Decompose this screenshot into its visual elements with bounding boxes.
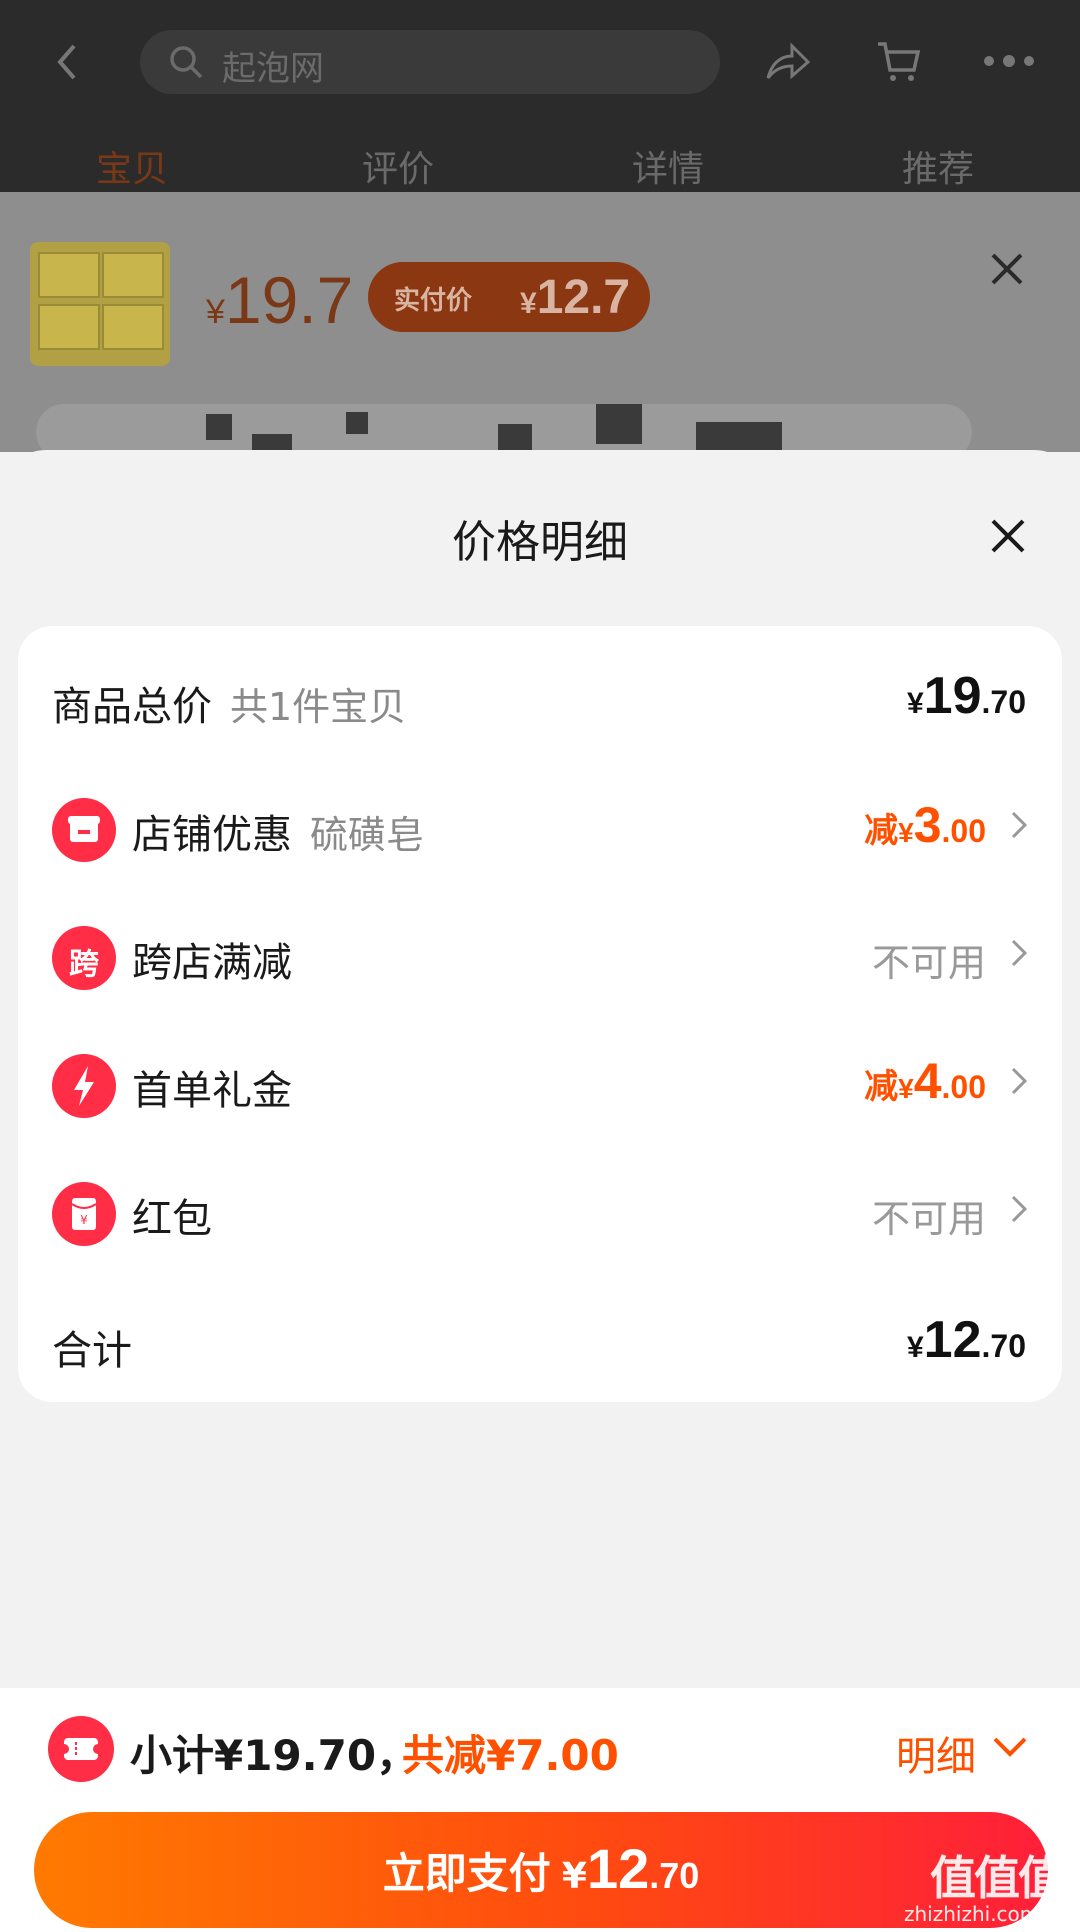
status-text: 不可用: [871, 1197, 986, 1241]
row-label: 合计: [52, 1328, 132, 1374]
chevron-right-icon: [1011, 1067, 1028, 1095]
more-icon[interactable]: [982, 54, 1036, 68]
cross-store-row[interactable]: 跨 跨店满减 不可用: [18, 896, 1062, 1006]
product-tabs: 宝贝 评价 详情 推荐: [0, 140, 1080, 192]
sheet-title: 价格明细: [452, 517, 628, 568]
tab-reviews[interactable]: 评价: [362, 140, 434, 192]
chevron-right-icon: [1011, 1195, 1028, 1223]
row-label: 店铺优惠 硫磺皂: [132, 812, 425, 858]
cross-store-icon: 跨: [52, 926, 116, 990]
goods-total-amount: ¥19.70: [906, 667, 1026, 725]
chevron-right-icon: [1011, 939, 1028, 967]
status-text: 不可用: [871, 941, 986, 985]
chevron-down-icon[interactable]: [992, 1736, 1028, 1758]
pay-now-button[interactable]: 立即支付 ¥12.70: [34, 1812, 1048, 1928]
row-sub: 共1件宝贝: [230, 685, 407, 729]
row-sub: 硫磺皂: [310, 813, 425, 857]
total-amount: ¥12.70: [906, 1311, 1026, 1369]
cart-icon[interactable]: [876, 40, 922, 84]
price-breakdown-card: 商品总价 共1件宝贝 ¥19.70 店铺优惠 硫磺皂 减¥3.00 跨 跨店满减 不…: [18, 626, 1062, 1402]
goods-total-row: 商品总价 共1件宝贝 ¥19.70: [18, 640, 1062, 750]
row-label: 跨店满减: [132, 940, 292, 986]
share-icon[interactable]: [764, 42, 810, 82]
watermark-logo: 值值值: [930, 1851, 1064, 1905]
red-packet-row[interactable]: ¥ 红包 不可用: [18, 1152, 1062, 1262]
coupon-icon: [48, 1716, 114, 1782]
total-row: 合计 ¥12.70: [18, 1284, 1062, 1394]
first-order-gift-row[interactable]: 首单礼金 减¥4.00: [18, 1024, 1062, 1134]
detail-toggle[interactable]: 明细: [896, 1724, 976, 1782]
chevron-right-icon: [1011, 811, 1028, 839]
row-label: 首单礼金: [132, 1068, 292, 1114]
subtotal-text: 小计¥19.70，: [130, 1731, 419, 1780]
back-arrow-icon[interactable]: [48, 42, 88, 82]
product-thumbnail: [30, 242, 170, 366]
search-icon: [170, 46, 203, 79]
shop-discount-amount: 减¥3.00: [864, 797, 986, 853]
first-order-amount: 减¥4.00: [864, 1053, 986, 1109]
row-label: 商品总价 共1件宝贝: [52, 684, 407, 730]
svg-text:¥: ¥: [80, 1213, 88, 1227]
search-input[interactable]: 起泡网: [140, 30, 720, 94]
watermark: 值值值 zhizhizhi.com: [904, 1842, 1074, 1930]
watermark-url: zhizhizhi.com: [904, 1902, 1040, 1926]
tab-item[interactable]: 宝贝: [96, 140, 168, 192]
product-price: ¥19.7: [206, 263, 354, 337]
close-icon[interactable]: [990, 252, 1024, 286]
shop-discount-row[interactable]: 店铺优惠 硫磺皂 减¥3.00: [18, 768, 1062, 878]
tab-recommend[interactable]: 推荐: [902, 140, 974, 192]
red-packet-icon: ¥: [52, 1182, 116, 1246]
search-placeholder: 起泡网: [222, 49, 324, 89]
actual-price-badge: 实付价 ¥12.7: [368, 262, 650, 332]
close-icon[interactable]: [990, 518, 1026, 554]
nav-row: 起泡网: [0, 20, 1080, 104]
shop-icon: [52, 798, 116, 862]
top-navigation: 起泡网 宝贝 评价 详情 推荐: [0, 0, 1080, 192]
lightning-icon: [52, 1054, 116, 1118]
row-label: 红包: [132, 1196, 212, 1242]
savings-text: 共减¥7.00: [402, 1731, 619, 1780]
tab-details[interactable]: 详情: [632, 140, 704, 192]
